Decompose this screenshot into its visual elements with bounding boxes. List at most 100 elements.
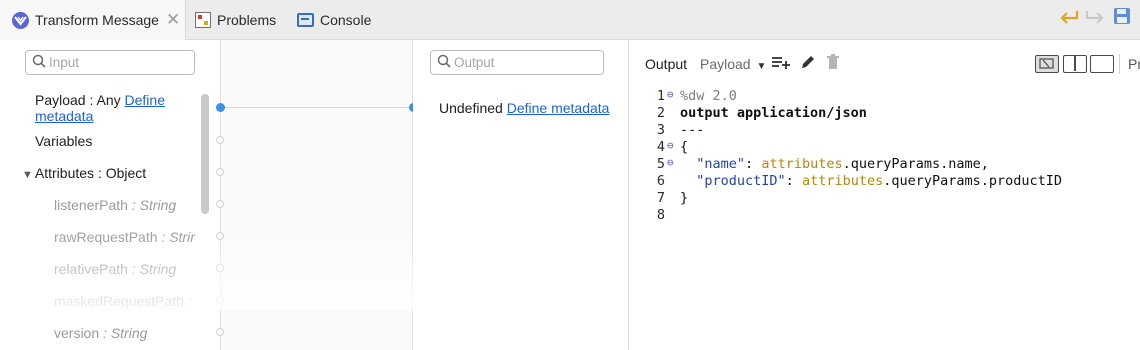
code-token: { bbox=[680, 139, 689, 155]
tab-label: Transform Message bbox=[35, 12, 159, 28]
mapping-connection-line[interactable] bbox=[221, 107, 414, 108]
line-number: 4 bbox=[656, 139, 665, 155]
code-token: .queryParams.productID bbox=[883, 173, 1063, 189]
code-text: } bbox=[680, 190, 688, 206]
tree-item-relative-path[interactable]: relativePath : String bbox=[54, 261, 176, 277]
toolbar-divider bbox=[1119, 54, 1120, 74]
search-placeholder: Input bbox=[49, 55, 80, 70]
field-name: maskedRequestPath bbox=[54, 293, 184, 309]
tree-connector-line bbox=[220, 108, 221, 350]
code-token: --- bbox=[680, 122, 705, 138]
editor-toolbar: Output Payload ▼ Pr bbox=[629, 40, 1140, 88]
save-icon[interactable] bbox=[1112, 6, 1132, 30]
code-token: "productID" bbox=[696, 173, 786, 189]
code-token: : bbox=[745, 156, 762, 172]
connector-node[interactable] bbox=[216, 200, 224, 208]
fold-toggle-icon[interactable]: ⊖ bbox=[667, 88, 674, 101]
code-token: .queryParams.name, bbox=[842, 156, 989, 172]
field-name: version bbox=[54, 325, 100, 341]
output-root: Undefined Define metadata bbox=[439, 100, 609, 116]
code-text: %dw 2.0 bbox=[680, 88, 737, 104]
search-icon bbox=[437, 54, 451, 71]
payload-dropdown[interactable]: Payload ▼ bbox=[700, 56, 766, 72]
connector-node[interactable] bbox=[216, 168, 224, 176]
field-type: String bbox=[139, 261, 177, 277]
line-number: 8 bbox=[656, 207, 665, 223]
connector-node[interactable] bbox=[216, 136, 224, 144]
tree-item-raw-request-path[interactable]: rawRequestPath : Strir bbox=[54, 229, 195, 245]
close-icon[interactable]: ✕ bbox=[166, 10, 180, 30]
field-type: String bbox=[110, 325, 148, 341]
forward-arrow-icon bbox=[1084, 6, 1106, 30]
layout-split-pane-icon[interactable] bbox=[1063, 55, 1087, 73]
tree-item-attributes[interactable]: ▼ Attributes : Object bbox=[22, 165, 146, 181]
code-token: } bbox=[680, 190, 689, 206]
dataweave-icon bbox=[12, 11, 29, 29]
tree-item-version[interactable]: version : String bbox=[54, 325, 147, 341]
connector-node[interactable] bbox=[216, 264, 224, 272]
layout-full-pane-icon[interactable] bbox=[1090, 55, 1114, 73]
line-number: 1 bbox=[656, 88, 665, 104]
field-type: String bbox=[139, 197, 177, 213]
output-panel: Output Undefined Define metadata bbox=[413, 40, 628, 350]
attributes-label: Attributes : Object bbox=[34, 165, 147, 181]
code-text: { bbox=[680, 139, 688, 155]
tree-item-payload[interactable]: Payload : Any Define metadata bbox=[35, 92, 165, 124]
code-token: output application/json bbox=[680, 105, 867, 121]
fold-toggle-icon[interactable]: ⊖ bbox=[667, 139, 674, 152]
input-search-field[interactable]: Input bbox=[25, 50, 195, 75]
add-output-icon[interactable] bbox=[771, 54, 791, 74]
define-metadata-link[interactable]: Define bbox=[125, 92, 165, 108]
pencil-edit-icon[interactable] bbox=[800, 54, 816, 74]
output-search-field[interactable]: Output bbox=[430, 50, 604, 75]
field-name: relativePath bbox=[54, 261, 128, 277]
code-token: "name" bbox=[696, 156, 746, 172]
code-token: : bbox=[785, 173, 802, 189]
code-text: --- bbox=[680, 122, 704, 138]
line-number: 7 bbox=[656, 190, 665, 206]
console-icon bbox=[297, 13, 314, 27]
code-area[interactable]: 1 ⊖ %dw 2.0 2 output application/json 3 --- 4 ⊖{… bbox=[629, 88, 1140, 350]
line-number: 3 bbox=[656, 122, 665, 138]
tab-console[interactable]: Console bbox=[297, 0, 371, 40]
input-scrollbar[interactable] bbox=[201, 94, 209, 214]
tab-label: Problems bbox=[217, 12, 277, 28]
code-text: "productID": attributes.queryParams.prod… bbox=[680, 173, 1062, 189]
code-token: attributes bbox=[801, 173, 884, 189]
search-icon bbox=[32, 54, 46, 71]
field-type: Strir bbox=[169, 229, 195, 245]
tree-item-masked-request-path[interactable]: maskedRequestPath : bbox=[54, 293, 192, 309]
script-editor: Output Payload ▼ Pr 1 ⊖ %dw 2.0 2 output app… bbox=[628, 40, 1140, 350]
code-text: output application/json bbox=[680, 105, 867, 121]
expand-triangle-icon[interactable]: ▼ bbox=[22, 169, 33, 181]
tab-transform-message[interactable]: Transform Message ✕ bbox=[0, 0, 186, 40]
define-metadata-link-cont[interactable]: metadata bbox=[35, 108, 93, 124]
chevron-down-icon: ▼ bbox=[756, 61, 767, 72]
output-label: Output bbox=[645, 56, 688, 72]
mapping-canvas bbox=[216, 40, 418, 350]
connector-node[interactable] bbox=[216, 328, 224, 336]
input-connector-dot[interactable] bbox=[216, 103, 225, 112]
tree-item-listener-path[interactable]: listenerPath : String bbox=[54, 197, 176, 213]
tab-problems[interactable]: Problems bbox=[195, 0, 276, 40]
search-placeholder: Output bbox=[454, 55, 495, 70]
layout-single-pane-icon[interactable] bbox=[1035, 55, 1059, 73]
trash-icon bbox=[826, 54, 840, 74]
define-metadata-link[interactable]: Define metadata bbox=[507, 100, 610, 116]
payload-label: Payload : Any bbox=[35, 92, 125, 108]
undefined-label: Undefined bbox=[439, 100, 503, 116]
fold-toggle-icon[interactable]: ⊖ bbox=[667, 156, 674, 169]
tree-item-variables[interactable]: Variables bbox=[35, 133, 92, 149]
preview-label-truncated[interactable]: Pr bbox=[1128, 56, 1140, 72]
input-panel: Input Payload : Any Define metadata Vari… bbox=[0, 40, 220, 350]
connector-node[interactable] bbox=[216, 232, 224, 240]
back-arrow-icon[interactable] bbox=[1058, 6, 1080, 30]
tab-label: Console bbox=[320, 12, 372, 28]
code-token: %dw 2.0 bbox=[680, 88, 737, 104]
payload-dropdown-label: Payload bbox=[700, 56, 751, 72]
code-token: attributes bbox=[761, 156, 843, 172]
line-number: 5 bbox=[656, 156, 665, 172]
connector-node[interactable] bbox=[216, 296, 224, 304]
